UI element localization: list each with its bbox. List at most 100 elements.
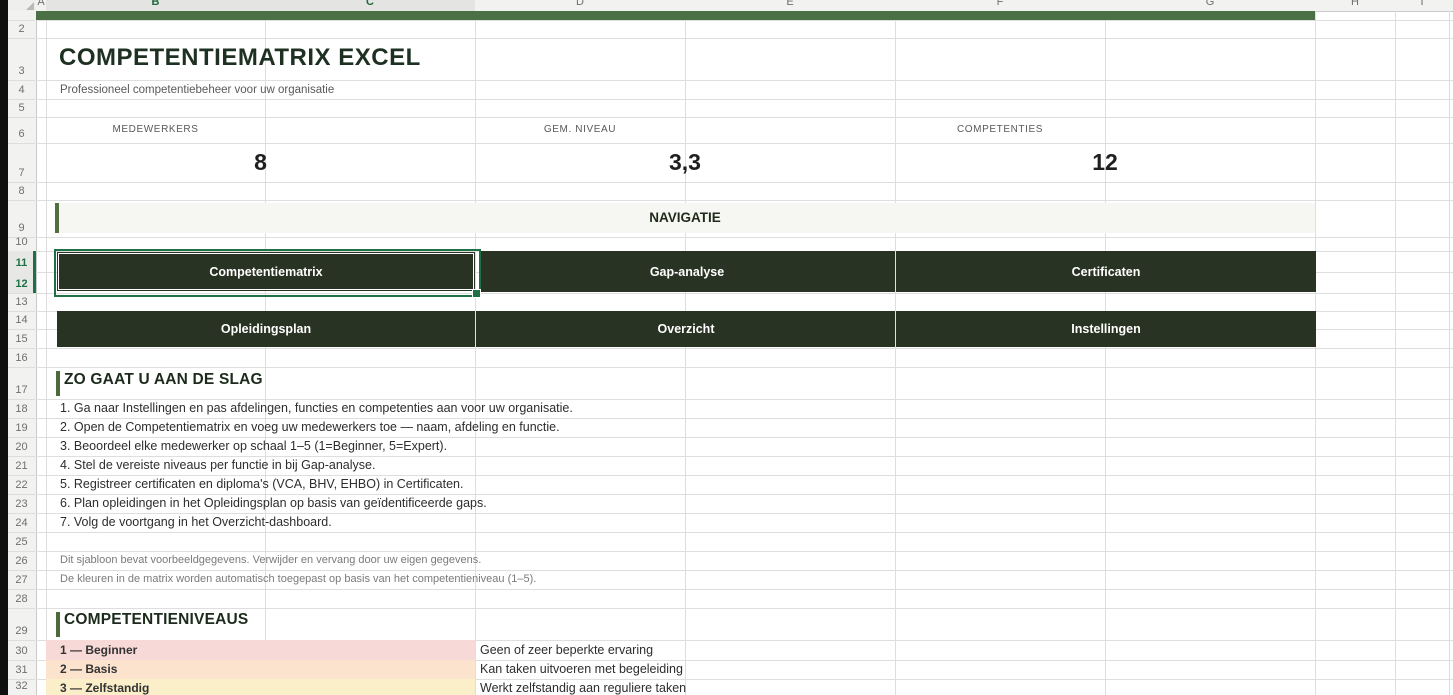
nav-button-gap-analyse[interactable]: Gap-analyse [479, 251, 895, 292]
level-description: Geen of zeer beperkte ervaring [480, 643, 654, 657]
row-header[interactable]: 2 [8, 21, 35, 37]
navigation-heading: NAVIGATIE [649, 210, 721, 225]
row-header[interactable]: 11 [8, 255, 35, 271]
column-header-c[interactable]: C [265, 0, 475, 11]
selection-fill-handle[interactable] [472, 289, 481, 298]
gridline [8, 38, 1453, 39]
row-header[interactable]: 13 [8, 294, 35, 310]
gridline [8, 200, 1453, 201]
row-header[interactable]: 7 [8, 165, 35, 181]
gridline [265, 11, 266, 695]
nav-button-opleidingsplan[interactable]: Opleidingsplan [57, 311, 475, 347]
row-header[interactable]: 27 [8, 572, 35, 588]
top-accent-band [36, 11, 1315, 20]
column-header-d[interactable]: D [475, 0, 685, 11]
level-description: Kan taken uitvoeren met begeleiding [480, 662, 683, 676]
row-header[interactable]: 8 [8, 183, 35, 199]
row-header[interactable]: 12 [8, 276, 35, 292]
row-header[interactable]: 30 [8, 643, 35, 659]
level-row-3: 3 — Zelfstandig [46, 679, 475, 695]
column-header-a[interactable]: A [36, 0, 46, 11]
gridline [8, 80, 1453, 81]
select-all-corner[interactable] [8, 0, 36, 11]
column-header-i[interactable]: I [1395, 0, 1449, 11]
nav-button-overzicht[interactable]: Overzicht [475, 311, 896, 347]
row-header[interactable]: 6 [8, 126, 35, 142]
step-item: 1. Ga naar Instellingen en pas afdelinge… [60, 401, 573, 415]
gridline [895, 11, 896, 695]
gridline [8, 348, 1453, 349]
section-accent-bar [56, 612, 60, 637]
note-item: De kleuren in de matrix worden automatis… [60, 573, 537, 585]
step-item: 3. Beoordeel elke medewerker op schaal 1… [60, 439, 448, 453]
gridline [8, 20, 1453, 21]
gridline [1105, 11, 1106, 695]
levels-heading: COMPETENTIENIVEAUS [64, 611, 249, 628]
level-row-2: 2 — Basis [46, 660, 475, 679]
row-header[interactable]: 21 [8, 458, 35, 474]
level-row-1: 1 — Beginner [46, 640, 475, 660]
section-accent-bar [56, 371, 60, 396]
column-header-h[interactable]: H [1315, 0, 1395, 11]
row-header[interactable]: 23 [8, 496, 35, 512]
step-item: 2. Open de Competentiematrix en voeg uw … [60, 420, 560, 434]
step-item: 6. Plan opleidingen in het Opleidingspla… [60, 496, 487, 510]
row-header[interactable]: 20 [8, 439, 35, 455]
row-header[interactable]: 24 [8, 515, 35, 531]
stat-label-medewerkers: MEDEWERKERS [112, 124, 199, 135]
navigation-band: NAVIGATIE [55, 203, 1315, 233]
window-edge-strip [0, 0, 8, 695]
nav-button-instellingen[interactable]: Instellingen [895, 311, 1316, 347]
column-header-f[interactable]: F [895, 0, 1105, 11]
step-item: 4. Stel de vereiste niveaus per functie … [60, 458, 376, 472]
column-header-g[interactable]: G [1105, 0, 1315, 11]
spreadsheet-window: A B C D E F G H I 2 3 4 5 6 7 8 9 10 11 … [0, 0, 1453, 695]
stat-label-gem-niveau: GEM. NIVEAU [543, 124, 617, 135]
row-header[interactable]: 22 [8, 477, 35, 493]
row-header[interactable]: 32 [8, 678, 35, 694]
gridline [8, 182, 1453, 183]
row-header[interactable]: 5 [8, 100, 35, 116]
row-header[interactable]: 14 [8, 312, 35, 328]
gridline [685, 11, 686, 695]
row-header[interactable]: 17 [8, 382, 35, 398]
gridline [1395, 11, 1396, 695]
column-header-e[interactable]: E [685, 0, 895, 11]
page-subtitle: Professioneel competentiebeheer voor uw … [60, 84, 335, 96]
row-header[interactable]: 25 [8, 534, 35, 550]
stat-value-competenties: 12 [1092, 149, 1118, 175]
gridline [1315, 11, 1316, 695]
nav-button-certificaten[interactable]: Certificaten [895, 251, 1316, 292]
level-label: 3 — Zelfstandig [60, 681, 150, 695]
gridline [8, 99, 1453, 100]
level-description: Werkt zelfstandig aan reguliere taken [480, 681, 687, 695]
row-header[interactable]: 10 [8, 234, 35, 250]
row-header[interactable]: 18 [8, 401, 35, 417]
selection-border [54, 249, 481, 297]
gridline [8, 608, 1453, 609]
row-header[interactable]: 19 [8, 420, 35, 436]
gridline [1449, 11, 1450, 695]
gridline [8, 237, 1453, 238]
level-label: 2 — Basis [60, 662, 118, 676]
getting-started-heading: ZO GAAT U AAN DE SLAG [64, 371, 263, 388]
note-item: Dit sjabloon bevat voorbeeldgegevens. Ve… [60, 554, 482, 566]
row-header[interactable]: 3 [8, 63, 35, 79]
gridline [46, 11, 47, 695]
stat-label-competenties: COMPETENTIES [956, 124, 1044, 135]
step-item: 7. Volg de voortgang in het Overzicht-da… [60, 515, 332, 529]
row-header[interactable]: 16 [8, 350, 35, 366]
page-title: COMPETENTIEMATRIX EXCEL [59, 44, 421, 71]
row-header[interactable]: 4 [8, 82, 35, 98]
row-header[interactable]: 15 [8, 331, 35, 347]
row-header[interactable]: 31 [8, 662, 35, 678]
gridline [475, 11, 476, 695]
gridline [8, 532, 1453, 533]
row-header[interactable]: 26 [8, 553, 35, 569]
stat-value-medewerkers: 8 [254, 149, 267, 175]
gridline [8, 367, 1453, 368]
row-header[interactable]: 29 [8, 623, 35, 639]
row-header[interactable]: 28 [8, 591, 35, 607]
column-header-b[interactable]: B [46, 0, 265, 11]
stat-value-gem-niveau: 3,3 [669, 149, 701, 175]
